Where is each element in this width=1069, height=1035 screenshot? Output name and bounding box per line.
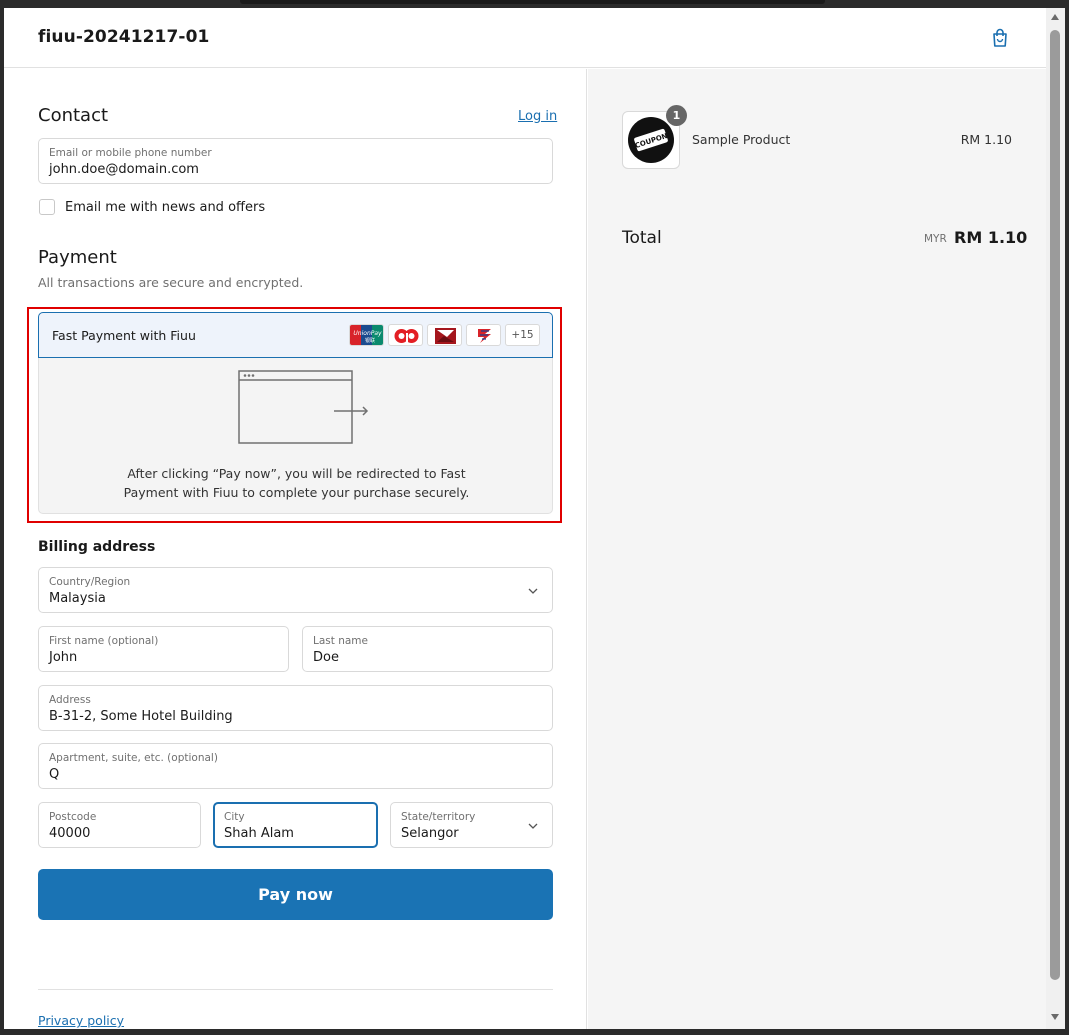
newsletter-label: Email me with news and offers: [65, 200, 266, 215]
payment-redirect-panel: After clicking “Pay now”, you will be re…: [38, 358, 553, 514]
scroll-down-arrow-icon[interactable]: [1051, 1014, 1059, 1020]
newsletter-checkbox[interactable]: [39, 199, 55, 215]
country-label: Country/Region: [49, 576, 131, 588]
browser-top-bar: [0, 0, 1069, 8]
order-summary: COUPON 1 Sample Product RM 1.10 Total MY…: [588, 69, 1046, 1029]
first-name-label: First name (optional): [49, 635, 159, 647]
checkout-form: Contact Log in Email or mobile phone num…: [4, 69, 587, 1029]
email-field-label: Email or mobile phone number: [49, 147, 212, 159]
browser-tab-strip: [240, 0, 825, 4]
postcode-field[interactable]: Postcode 40000: [38, 802, 201, 848]
unionpay-logo-icon: UnionPay 银联: [349, 324, 384, 346]
svg-text:银联: 银联: [365, 337, 375, 344]
last-name-field[interactable]: Last name Doe: [302, 626, 553, 672]
scrollbar-thumb[interactable]: [1050, 30, 1060, 980]
postcode-label: Postcode: [49, 811, 97, 823]
payment-method-option[interactable]: Fast Payment with Fiuu UnionPay 银联 +15: [38, 312, 553, 358]
product-name: Sample Product: [692, 132, 791, 147]
payment-subtitle: All transactions are secure and encrypte…: [38, 275, 304, 290]
address-label: Address: [49, 694, 91, 706]
address-field[interactable]: Address B-31-2, Some Hotel Building: [38, 685, 553, 731]
redirect-message: After clicking “Pay now”, you will be re…: [123, 466, 470, 500]
apartment-value: Q: [49, 767, 60, 782]
bank-logo-icon: [466, 324, 501, 346]
affin-bank-logo-icon: [427, 324, 462, 346]
chevron-down-icon: [528, 823, 538, 829]
address-value: B-31-2, Some Hotel Building: [49, 709, 233, 724]
first-name-field[interactable]: First name (optional) John: [38, 626, 289, 672]
checkout-header: fiuu-20241217-01: [4, 8, 1046, 68]
footer-divider: [38, 989, 553, 990]
shop-title: fiuu-20241217-01: [38, 27, 210, 47]
country-select[interactable]: Country/Region Malaysia: [38, 567, 553, 613]
svg-text:UnionPay: UnionPay: [353, 330, 382, 337]
checkout-window: fiuu-20241217-01 Contact Log in Email or…: [4, 8, 1046, 1029]
apartment-field[interactable]: Apartment, suite, etc. (optional) Q: [38, 743, 553, 789]
city-field[interactable]: City Shah Alam: [213, 802, 378, 848]
payment-method-name: Fast Payment with Fiuu: [52, 328, 196, 343]
shopping-bag-icon[interactable]: [989, 27, 1011, 49]
billing-title: Billing address: [38, 539, 156, 555]
last-name-value: Doe: [313, 650, 339, 665]
more-methods-badge: +15: [505, 324, 540, 346]
scroll-up-arrow-icon[interactable]: [1051, 14, 1059, 20]
privacy-policy-link[interactable]: Privacy policy: [38, 1013, 124, 1028]
postcode-value: 40000: [49, 826, 91, 841]
apartment-label: Apartment, suite, etc. (optional): [49, 752, 218, 764]
city-value: Shah Alam: [224, 826, 294, 841]
last-name-label: Last name: [313, 635, 368, 647]
payment-title: Payment: [38, 247, 117, 268]
state-select[interactable]: State/territory Selangor: [390, 802, 553, 848]
email-field[interactable]: Email or mobile phone number john.doe@do…: [38, 138, 553, 184]
chevron-down-icon: [528, 588, 538, 594]
ambank-logo-icon: [388, 324, 423, 346]
total-value: RM 1.10: [954, 228, 1028, 247]
total-label: Total: [622, 228, 662, 248]
state-value: Selangor: [401, 826, 459, 841]
city-label: City: [224, 811, 245, 823]
contact-title: Contact: [38, 105, 109, 126]
page-scrollbar[interactable]: [1046, 8, 1065, 1029]
first-name-value: John: [49, 650, 78, 665]
pay-now-button[interactable]: Pay now: [38, 869, 553, 920]
email-field-value: john.doe@domain.com: [49, 162, 199, 177]
product-price: RM 1.10: [960, 132, 1012, 147]
state-label: State/territory: [401, 811, 476, 823]
total-currency: MYR: [924, 233, 947, 245]
quantity-badge: 1: [666, 105, 687, 126]
country-value: Malaysia: [49, 591, 106, 606]
browser-redirect-icon: [238, 370, 369, 444]
login-link[interactable]: Log in: [518, 109, 557, 124]
